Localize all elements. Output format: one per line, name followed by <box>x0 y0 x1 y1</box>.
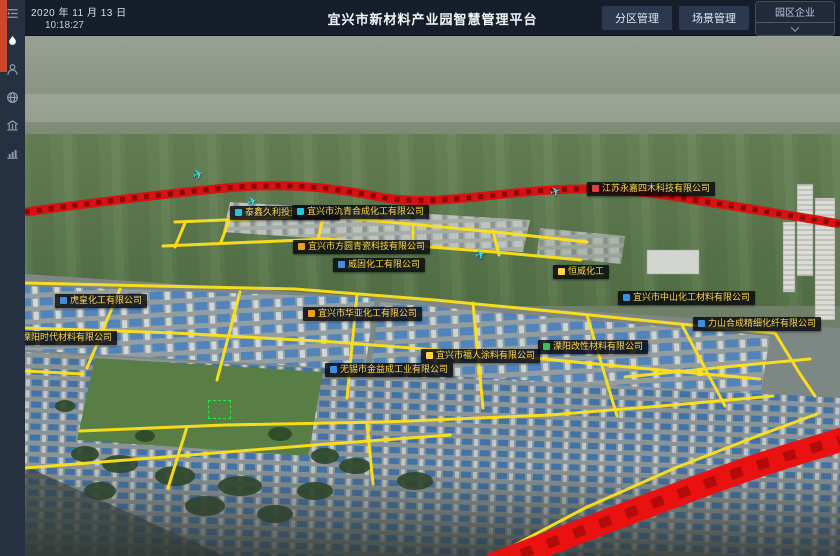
company-label-text: 宜兴市福人涂料有限公司 <box>436 351 535 361</box>
company-label-text: 威固化工有限公司 <box>348 260 420 270</box>
company-marker-icon <box>623 294 630 301</box>
company-marker-icon <box>426 352 433 359</box>
company-marker-icon <box>235 209 242 216</box>
chevron-down-icon <box>756 23 834 35</box>
company-marker-icon <box>698 320 705 327</box>
company-marker-icon <box>558 268 565 275</box>
app-window: 2020 年 11 月 13 日 10:18:27 宜兴市新材料产业园智慧管理平… <box>0 0 840 556</box>
company-label-text: 力山合成精细化纤有限公司 <box>708 319 816 329</box>
company-marker-icon <box>330 366 337 373</box>
company-label[interactable]: 溧阳时代材料有限公司 <box>25 331 117 345</box>
company-label-text: 江苏永嘉四木科技有限公司 <box>602 184 710 194</box>
company-marker-icon <box>592 185 599 192</box>
company-label-text: 虎皇化工有限公司 <box>70 296 142 306</box>
company-label-text: 溧阳改性材料有限公司 <box>553 342 643 352</box>
company-marker-icon <box>297 208 304 215</box>
company-label[interactable]: 宜兴市福人涂料有限公司 <box>421 349 540 363</box>
company-label[interactable]: 宜兴市氿青合成化工有限公司 <box>292 205 429 219</box>
company-label[interactable]: 力山合成精细化纤有限公司 <box>693 317 821 331</box>
company-marker-icon <box>308 310 315 317</box>
company-marker-icon <box>298 243 305 250</box>
bank-icon[interactable] <box>4 117 21 134</box>
top-header: 2020 年 11 月 13 日 10:18:27 宜兴市新材料产业园智慧管理平… <box>25 0 840 36</box>
selection-box <box>208 400 231 419</box>
company-label-text: 无锡市金益成工业有限公司 <box>340 365 448 375</box>
company-label[interactable]: 宜兴市中山化工材料有限公司 <box>618 291 755 305</box>
company-label[interactable]: 威固化工有限公司 <box>333 258 425 272</box>
dropdown-label: 园区企业 <box>756 2 834 22</box>
user-icon[interactable] <box>4 61 21 78</box>
left-sidebar <box>0 0 25 556</box>
company-marker-icon <box>338 261 345 268</box>
company-label[interactable]: 恒威化工 <box>553 265 609 279</box>
company-label-text: 宜兴市氿青合成化工有限公司 <box>307 207 424 217</box>
globe-icon[interactable] <box>4 89 21 106</box>
map-3d-viewport[interactable]: 泰鑫久利投资有限公司 宜兴市氿青合成化工有限公司 宜兴市方圆青瓷科技有限公司 威… <box>25 36 840 556</box>
chart-icon[interactable] <box>4 145 21 162</box>
company-label-text: 宜兴市华亚化工有限公司 <box>318 309 417 319</box>
menu-fold-icon[interactable] <box>4 5 21 22</box>
company-marker-icon <box>60 297 67 304</box>
company-marker-icon <box>543 343 550 350</box>
company-label-text: 恒威化工 <box>568 267 604 277</box>
zone-management-button[interactable]: 分区管理 <box>602 6 672 30</box>
company-label[interactable]: 宜兴市华亚化工有限公司 <box>303 307 422 321</box>
company-label[interactable]: 无锡市金益成工业有限公司 <box>325 363 453 377</box>
park-enterprise-dropdown[interactable]: 园区企业 <box>756 2 834 35</box>
company-label-text: 宜兴市中山化工材料有限公司 <box>633 293 750 303</box>
company-label[interactable]: 溧阳改性材料有限公司 <box>538 340 648 354</box>
company-label-text: 溧阳时代材料有限公司 <box>25 333 112 343</box>
flame-icon[interactable] <box>4 33 21 50</box>
company-label[interactable]: 虎皇化工有限公司 <box>55 294 147 308</box>
company-label[interactable]: 江苏永嘉四木科技有限公司 <box>587 182 715 196</box>
scene-management-button[interactable]: 场景管理 <box>679 6 749 30</box>
company-label-text: 宜兴市方圆青瓷科技有限公司 <box>308 242 425 252</box>
company-label[interactable]: 宜兴市方圆青瓷科技有限公司 <box>293 240 430 254</box>
